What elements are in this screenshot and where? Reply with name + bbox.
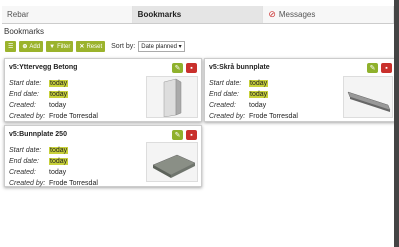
bookmark-name: v5:Bunnplate 250 xyxy=(9,131,67,138)
start-date-label: Start date: xyxy=(9,147,42,154)
created-by-value: Frode Torresdal xyxy=(49,180,98,187)
edit-button[interactable]: ✎ xyxy=(367,63,378,73)
tab-bookmarks[interactable]: Bookmarks xyxy=(132,6,264,23)
delete-button[interactable]: ▪ xyxy=(186,130,197,140)
sort-select[interactable]: Date planned ▾ xyxy=(138,41,185,52)
start-date-value: today xyxy=(49,80,69,87)
created-by-label: Created by: xyxy=(9,180,46,187)
reset-label: Reset xyxy=(86,43,103,50)
tab-messages-label: Messages xyxy=(278,10,316,19)
plus-icon: ⊕ xyxy=(22,44,28,50)
bookmark-card[interactable]: v5:Skrå bunnplate ✎ ▪ Start date: today E… xyxy=(204,58,396,122)
trash-icon: ▪ xyxy=(385,64,388,72)
bookmark-card[interactable]: v5:Bunnplate 250 ✎ ▪ Start date: today En… xyxy=(4,125,202,187)
start-date-value: today xyxy=(249,80,269,87)
model-thumbnail xyxy=(146,76,198,118)
end-date-value: today xyxy=(49,158,69,165)
start-date-value: today xyxy=(49,147,69,154)
bookmark-card[interactable]: v5:Yttervegg Betong ✎ ▪ Start date: today… xyxy=(4,58,202,122)
section-title: Bookmarks xyxy=(4,27,45,36)
add-button[interactable]: ⊕ Add xyxy=(19,41,44,52)
created-label: Created: xyxy=(9,102,36,109)
close-icon: ✕ xyxy=(79,44,85,50)
start-date-label: Start date: xyxy=(9,80,42,87)
bookmark-details: Start date: today End date: today Created:… xyxy=(9,145,98,189)
filter-label: Filter xyxy=(57,43,71,50)
start-date-label: Start date: xyxy=(209,80,242,87)
side-panel-edge xyxy=(394,0,399,247)
end-date-value: today xyxy=(49,91,69,98)
end-date-label: End date: xyxy=(9,158,39,165)
end-date-label: End date: xyxy=(209,91,239,98)
sort-value: Date planned xyxy=(141,43,177,50)
tab-bar: Rebar Bookmarks ⊘ Messages xyxy=(2,6,395,24)
created-by-label: Created by: xyxy=(209,113,246,120)
created-by-value: Frode Torresdal xyxy=(249,113,298,120)
end-date-value: today xyxy=(249,91,269,98)
tab-bookmarks-label: Bookmarks xyxy=(137,10,182,19)
edit-icon: ✎ xyxy=(369,65,376,72)
tab-messages[interactable]: ⊘ Messages xyxy=(263,6,395,23)
bookmark-name: v5:Skrå bunnplate xyxy=(209,64,270,71)
filter-button[interactable]: ▼ Filter xyxy=(46,41,74,52)
tab-rebar[interactable]: Rebar xyxy=(2,6,133,23)
created-label: Created: xyxy=(9,169,36,176)
bookmark-details: Start date: today End date: today Created:… xyxy=(209,78,298,122)
created-by-value: Frode Torresdal xyxy=(49,113,98,120)
sort-label: Sort by: xyxy=(111,43,136,50)
model-thumbnail xyxy=(146,142,198,182)
circle-slash-icon: ⊘ xyxy=(268,9,276,19)
edit-button[interactable]: ✎ xyxy=(172,63,183,73)
filter-icon: ▼ xyxy=(49,43,56,50)
edit-icon: ✎ xyxy=(174,132,181,139)
list-icon: ☰ xyxy=(8,44,14,50)
created-label: Created: xyxy=(209,102,236,109)
model-thumbnail xyxy=(343,76,393,118)
add-label: Add xyxy=(29,43,41,50)
toolbar: ☰ ⊕ Add ▼ Filter ✕ Reset Sort by: Date plan… xyxy=(5,41,185,52)
end-date-label: End date: xyxy=(9,91,39,98)
edit-icon: ✎ xyxy=(174,65,181,72)
created-value: today xyxy=(49,102,67,109)
created-value: today xyxy=(49,169,67,176)
edit-button[interactable]: ✎ xyxy=(172,130,183,140)
created-value: today xyxy=(249,102,267,109)
list-view-button[interactable]: ☰ xyxy=(5,41,17,52)
trash-icon: ▪ xyxy=(190,131,193,139)
reset-button[interactable]: ✕ Reset xyxy=(76,41,106,52)
bookmark-name: v5:Yttervegg Betong xyxy=(9,64,78,71)
delete-button[interactable]: ▪ xyxy=(186,63,197,73)
tab-rebar-label: Rebar xyxy=(7,10,29,19)
created-by-label: Created by: xyxy=(9,113,46,120)
delete-button[interactable]: ▪ xyxy=(381,63,392,73)
chevron-down-icon: ▾ xyxy=(178,44,182,50)
trash-icon: ▪ xyxy=(190,64,193,72)
bookmark-details: Start date: today End date: today Created:… xyxy=(9,78,98,122)
